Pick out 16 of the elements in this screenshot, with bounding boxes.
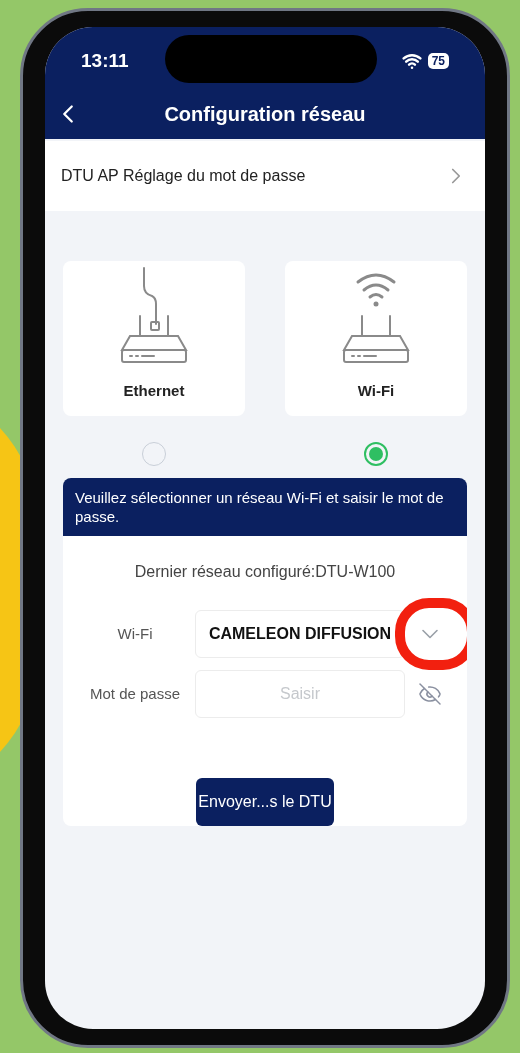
send-button[interactable]: Envoyer...s le DTU (196, 778, 334, 826)
instruction-banner: Veuillez sélectionner un réseau Wi-Fi et saisir le mot de passe. (63, 478, 467, 536)
field-label: Mot de passe (88, 683, 182, 704)
wifi-signal-icon (401, 51, 422, 71)
last-network-text: Dernier réseau configuré:DTU-W100 (133, 562, 397, 582)
battery-level: 75 (427, 53, 449, 69)
field-label: Wi-Fi (116, 623, 154, 644)
radio-button[interactable] (364, 442, 388, 466)
status-time: 13:11 (81, 48, 129, 73)
connection-card[interactable]: Wi-Fi (285, 261, 467, 416)
screen-title: Configuration réseau (164, 102, 366, 127)
eye-off-icon[interactable] (418, 682, 442, 706)
radio-button[interactable] (142, 442, 166, 466)
connection-card[interactable]: Ethernet (63, 261, 245, 416)
password-field[interactable]: Saisir (195, 670, 405, 718)
settings-row[interactable]: DTU AP Réglage du mot de passe (45, 141, 485, 211)
